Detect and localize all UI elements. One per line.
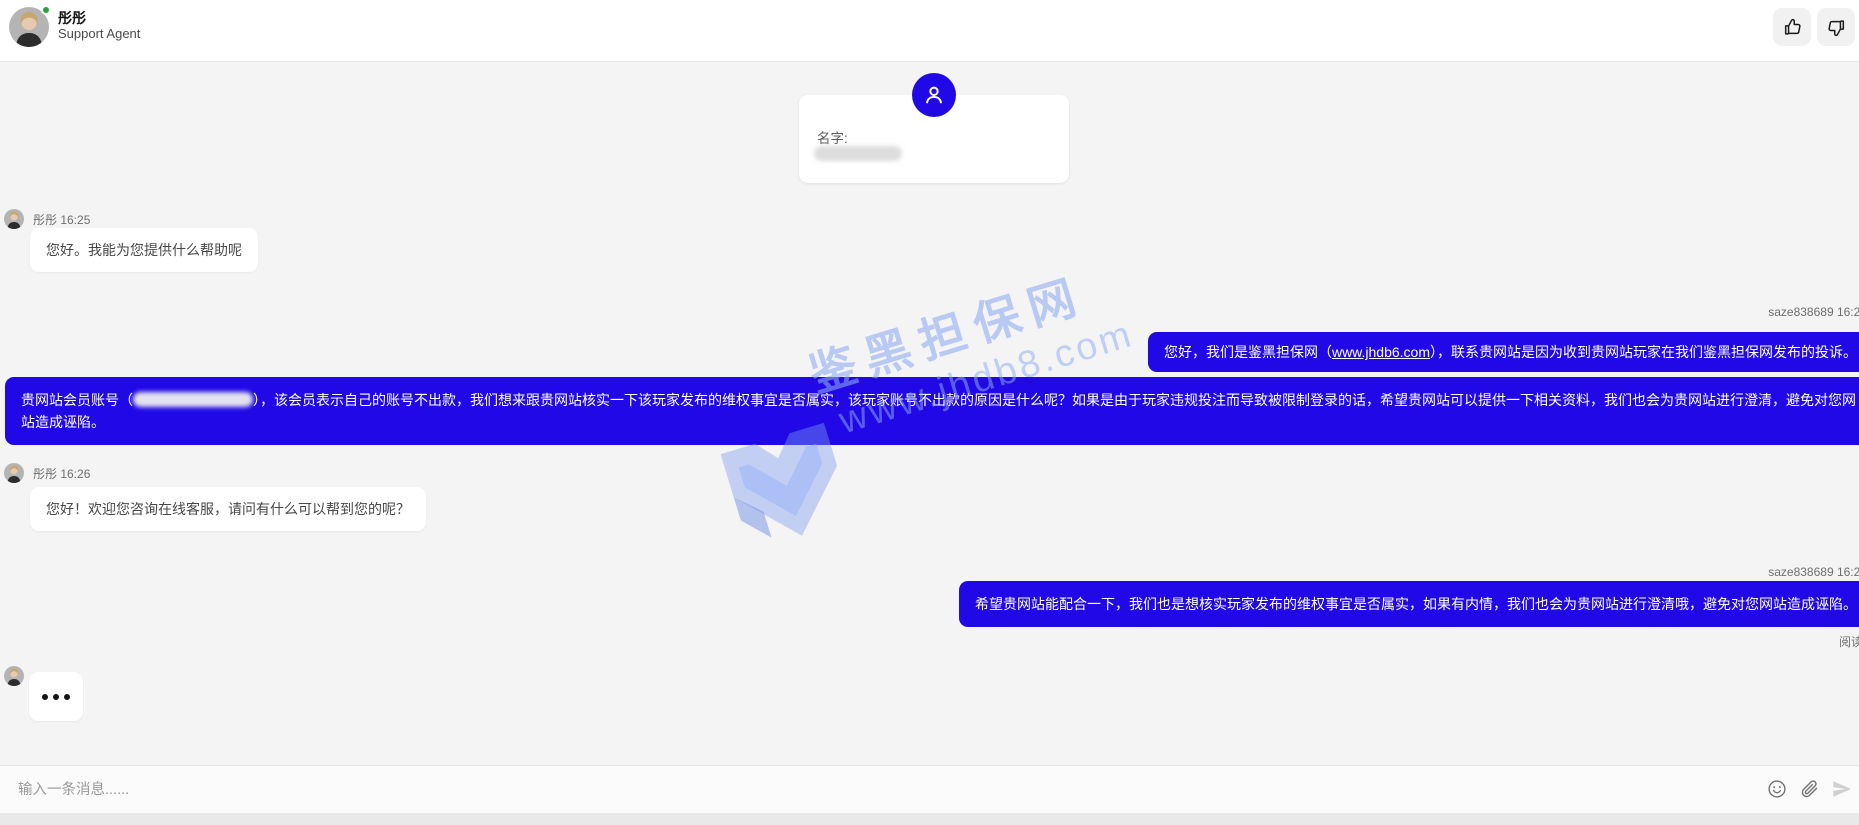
widget-bottom-strip — [0, 813, 1859, 825]
message-meta: 彤彤 16:26 — [33, 465, 90, 482]
message-meta: saze838689 16:25 — [1768, 305, 1859, 319]
agent-name: 彤彤 — [58, 8, 86, 28]
paperclip-icon — [1798, 778, 1820, 800]
visitor-message-bubble: 希望贵网站能配合一下，我们也是想核实玩家发布的维权事宜是否属实，如果有内情，我们… — [959, 581, 1859, 627]
name-label: 名字: — [817, 127, 848, 147]
visitor-message-bubble: 您好，我们是鉴黑担保网（www.jhdb6.com），联系贵网站是因为收到贵网站… — [1148, 332, 1859, 372]
send-icon — [1831, 778, 1853, 800]
jhdb6-link[interactable]: www.jhdb6.com — [1332, 344, 1430, 360]
online-status-dot — [41, 5, 51, 15]
user-icon — [921, 82, 947, 108]
smiley-icon — [1766, 778, 1788, 800]
agent-message-bubble: 您好！欢迎您咨询在线客服，请问有什么可以帮到您的呢？ — [30, 487, 426, 531]
redacted-account-number — [133, 392, 253, 407]
typing-indicator — [29, 672, 83, 721]
prechat-user-badge — [912, 73, 956, 117]
thumb-down-icon — [1826, 17, 1847, 38]
message-meta: 彤彤 16:25 — [33, 211, 90, 228]
visitor-message-bubble: 贵网站会员账号（），该会员表示自己的账号不出款，我们想来跟贵网站核实一下该玩家发… — [5, 377, 1859, 445]
message-text: 您好，我们是鉴黑担保网（ — [1164, 344, 1332, 360]
agent-avatar-small — [4, 666, 24, 686]
thumb-up-icon — [1782, 17, 1803, 38]
read-status: 阅读 — [1839, 633, 1859, 650]
message-text: 贵网站会员账号（ — [21, 392, 133, 408]
emoji-button[interactable] — [1764, 776, 1790, 802]
chat-header: 彤彤 Support Agent — [0, 0, 1859, 62]
message-text: ），该会员表示自己的账号不出款，我们想来跟贵网站核实一下该玩家发布的维权事宜是否… — [21, 392, 1856, 430]
agent-avatar-small — [4, 463, 24, 483]
message-meta: saze838689 16:26 — [1768, 565, 1859, 579]
redacted-name-value — [814, 146, 902, 161]
agent-message-bubble: 您好。我能为您提供什么帮助呢 — [30, 228, 258, 272]
rate-down-button[interactable] — [1817, 8, 1855, 46]
agent-avatar-small — [4, 209, 24, 229]
rate-up-button[interactable] — [1773, 8, 1811, 46]
message-text: ），联系贵网站是因为收到贵网站玩家在我们鉴黑担保网发布的投诉。 — [1430, 344, 1857, 360]
composer-bar — [0, 765, 1859, 813]
chat-widget: 彤彤 Support Agent 名字: 彤彤 16:25 您好。我能为您提供什… — [0, 0, 1859, 825]
send-button[interactable] — [1829, 776, 1855, 802]
attachment-button[interactable] — [1796, 776, 1822, 802]
agent-role: Support Agent — [58, 26, 140, 41]
message-input[interactable] — [18, 776, 1518, 804]
